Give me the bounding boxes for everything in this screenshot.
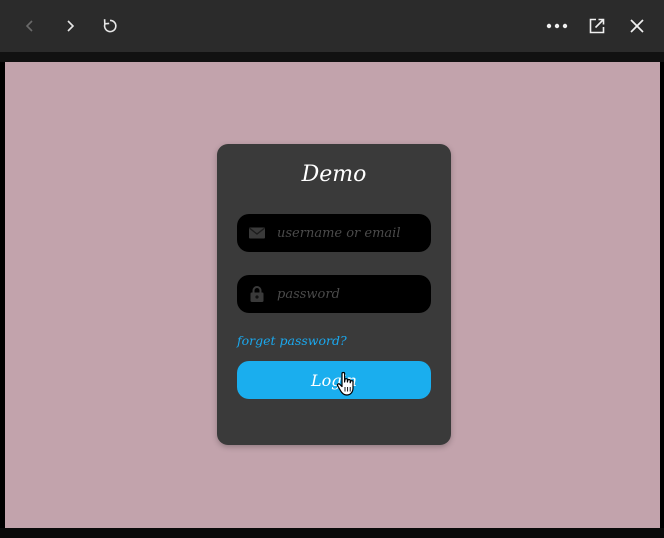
toolbar-divider bbox=[0, 52, 664, 62]
reload-icon bbox=[103, 19, 117, 33]
browser-toolbar bbox=[0, 0, 664, 52]
external-open-icon bbox=[589, 18, 605, 34]
login-title: Demo bbox=[301, 162, 367, 187]
window-bottom-edge bbox=[0, 528, 664, 538]
popout-button[interactable] bbox=[581, 10, 613, 42]
lock-icon bbox=[250, 286, 264, 302]
more-button[interactable] bbox=[541, 10, 573, 42]
forward-button[interactable] bbox=[54, 10, 86, 42]
reload-button[interactable] bbox=[94, 10, 126, 42]
username-field[interactable] bbox=[237, 214, 431, 252]
username-input[interactable] bbox=[277, 214, 425, 252]
forgot-password-link[interactable]: forget password? bbox=[237, 333, 347, 348]
password-input[interactable] bbox=[277, 275, 425, 313]
login-card: Demo forget password? Login bbox=[217, 144, 451, 445]
login-button[interactable]: Login bbox=[237, 361, 431, 399]
chevron-left-icon bbox=[25, 20, 33, 32]
page-viewport: Demo forget password? Login bbox=[5, 62, 660, 528]
browser-window: Demo forget password? Login bbox=[0, 0, 664, 538]
chevron-right-icon bbox=[67, 20, 75, 32]
more-horizontal-icon bbox=[546, 23, 568, 29]
back-button[interactable] bbox=[14, 10, 46, 42]
password-field[interactable] bbox=[237, 275, 431, 313]
envelope-icon bbox=[249, 227, 265, 239]
close-icon bbox=[630, 19, 644, 33]
close-button[interactable] bbox=[621, 10, 653, 42]
